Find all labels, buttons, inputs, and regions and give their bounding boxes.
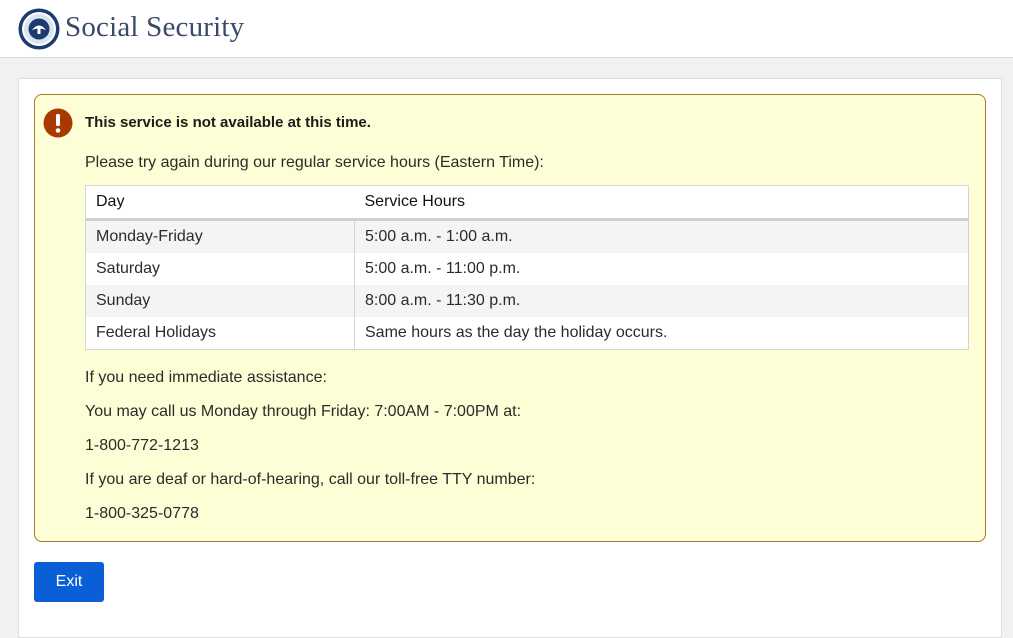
hours-cell: 5:00 a.m. - 11:00 p.m.: [354, 253, 969, 285]
table-row: Federal Holidays Same hours as the day t…: [85, 317, 969, 350]
hours-cell: Same hours as the day the holiday occurs…: [354, 317, 969, 350]
hours-cell: 5:00 a.m. - 1:00 a.m.: [354, 219, 969, 253]
day-cell: Monday-Friday: [85, 219, 355, 253]
phone-number: 1-800-772-1213: [85, 437, 199, 454]
tty-text: If you are deaf or hard-of-hearing, call…: [85, 471, 536, 488]
table-row: Sunday 8:00 a.m. - 11:30 p.m.: [85, 285, 969, 317]
day-cell: Sunday: [85, 285, 355, 317]
day-cell: Saturday: [85, 253, 355, 285]
table-row: Saturday 5:00 a.m. - 11:00 p.m.: [85, 253, 969, 285]
column-header-service-hours: Service Hours: [354, 185, 969, 221]
service-hours-table: Day Service Hours Monday-Friday 5:00 a.m…: [85, 185, 969, 350]
exit-button[interactable]: Exit: [34, 562, 104, 602]
call-hours-text: You may call us Monday through Friday: 7…: [85, 403, 522, 420]
exclamation-circle-icon: [43, 108, 73, 138]
ssa-seal-icon[interactable]: [18, 8, 60, 50]
table-row: Monday-Friday 5:00 a.m. - 1:00 a.m.: [85, 219, 969, 253]
alert-title: This service is not available at this ti…: [85, 114, 371, 131]
site-header: Social Security: [0, 0, 1013, 58]
table-header-row: Day Service Hours: [85, 185, 969, 221]
hours-cell: 8:00 a.m. - 11:30 p.m.: [354, 285, 969, 317]
alert-intro: Please try again during our regular serv…: [85, 154, 544, 171]
assistance-heading: If you need immediate assistance:: [85, 369, 327, 386]
tty-phone-number: 1-800-325-0778: [85, 505, 199, 522]
day-cell: Federal Holidays: [85, 317, 355, 350]
brand-title: Social Security: [65, 11, 245, 43]
column-header-day: Day: [85, 185, 355, 221]
